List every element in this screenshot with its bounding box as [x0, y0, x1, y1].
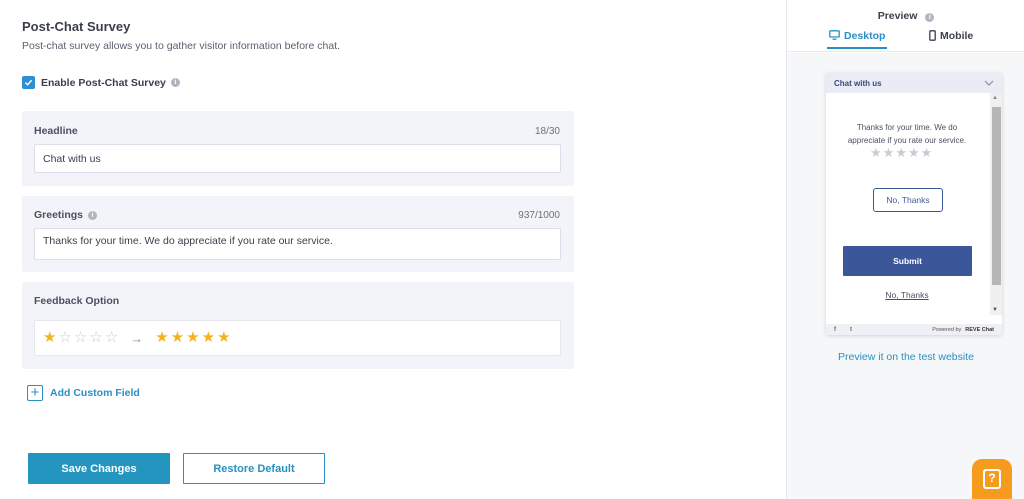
star-icon[interactable]: ★	[895, 146, 907, 159]
widget-header: Chat with us	[826, 73, 1002, 93]
widget-greeting: Thanks for your time. We do appreciate i…	[847, 123, 967, 145]
add-custom-field-button[interactable]: + Add Custom Field	[27, 385, 140, 401]
greetings-counter: 937/1000	[518, 210, 560, 221]
preview-title: Preview	[877, 10, 918, 22]
help-button[interactable]: ?	[972, 459, 1012, 499]
widget-header-title: Chat with us	[834, 78, 882, 88]
tab-desktop-label: Desktop	[844, 30, 886, 42]
widget-rating-stars[interactable]: ★ ★ ★ ★ ★	[870, 146, 933, 159]
desktop-icon	[829, 30, 840, 40]
star-icon: ☆	[73, 329, 88, 346]
widget-submit-button[interactable]: Submit	[843, 246, 972, 276]
facebook-icon[interactable]: f	[834, 327, 842, 333]
mobile-icon	[929, 30, 936, 41]
preview-panel: Preview i Desktop Mobile Chat with us Th…	[786, 0, 1024, 499]
widget-scrollbar[interactable]: ▲ ▼	[990, 93, 1002, 315]
feedback-label: Feedback Option	[34, 295, 120, 307]
scroll-up-icon[interactable]: ▲	[992, 95, 998, 101]
star-icon: ★	[186, 329, 200, 346]
star-icon: ★	[217, 329, 231, 346]
twitter-icon[interactable]: t	[850, 327, 858, 333]
headline-counter: 18/30	[534, 126, 560, 137]
enable-survey-row: Enable Post-Chat Survey i	[22, 76, 180, 89]
preview-tabs: Desktop Mobile	[787, 30, 1024, 52]
star-icon[interactable]: ★	[908, 146, 920, 159]
feedback-panel: Feedback Option ★ ☆ ☆ ☆ ☆ → ★ ★ ★ ★ ★	[22, 282, 574, 369]
enable-survey-checkbox[interactable]	[22, 76, 35, 89]
help-icon: ?	[983, 469, 1001, 489]
star-icon[interactable]: ★	[883, 146, 895, 159]
greetings-panel: Greetings i 937/1000 Thanks for your tim…	[22, 196, 574, 272]
star-icon: ★	[155, 329, 169, 346]
greetings-label: Greetings	[34, 209, 84, 221]
arrow-right-icon: →	[130, 330, 144, 346]
info-icon[interactable]: i	[88, 210, 98, 220]
chevron-down-icon[interactable]	[984, 80, 994, 86]
scroll-down-icon[interactable]: ▼	[992, 307, 998, 313]
enable-survey-label: Enable Post-Chat Survey	[41, 76, 166, 89]
powered-by-label: Powered by	[932, 326, 962, 333]
star-icon: ★	[43, 329, 57, 346]
plus-icon: +	[27, 385, 43, 401]
star-icon[interactable]: ★	[921, 146, 933, 159]
preview-test-website-link[interactable]: Preview it on the test website	[787, 351, 1024, 363]
star-icon: ★	[170, 329, 185, 346]
section-description: Post-chat survey allows you to gather vi…	[22, 40, 341, 52]
tab-mobile-label: Mobile	[940, 30, 974, 42]
widget-no-thanks-button[interactable]: No, Thanks	[873, 188, 943, 212]
restore-default-button[interactable]: Restore Default	[183, 453, 325, 484]
to-rating-stars: ★ ★ ★ ★ ★	[155, 329, 232, 347]
add-custom-field-label: Add Custom Field	[50, 387, 140, 399]
feedback-option-selector[interactable]: ★ ☆ ☆ ☆ ☆ → ★ ★ ★ ★ ★	[34, 320, 561, 356]
info-icon[interactable]: i	[925, 13, 935, 22]
greetings-label-row: Greetings i	[34, 209, 98, 221]
headline-panel: Headline 18/30 Chat with us	[22, 111, 574, 186]
headline-input[interactable]: Chat with us	[34, 144, 561, 173]
star-icon: ☆	[58, 329, 72, 346]
greetings-textarea[interactable]: Thanks for your time. We do appreciate i…	[34, 228, 561, 260]
widget-no-thanks-link[interactable]: No, Thanks	[826, 290, 988, 300]
star-icon[interactable]: ★	[870, 146, 882, 159]
star-icon: ☆	[104, 329, 119, 346]
chat-widget-preview: Chat with us Thanks for your time. We do…	[826, 73, 1002, 335]
section-title: Post-Chat Survey	[22, 19, 131, 34]
scrollbar-thumb[interactable]	[992, 107, 1001, 285]
info-icon[interactable]: i	[170, 78, 180, 87]
headline-label: Headline	[34, 125, 78, 137]
preview-area: Chat with us Thanks for your time. We do…	[787, 53, 1024, 499]
star-icon: ☆	[89, 329, 103, 346]
tab-mobile[interactable]: Mobile	[929, 30, 973, 52]
preview-title-row: Preview i	[787, 10, 1024, 22]
brand-label: REVE Chat	[965, 326, 994, 333]
from-rating-stars: ★ ☆ ☆ ☆ ☆	[43, 329, 120, 347]
check-icon	[24, 79, 33, 86]
settings-panel: Post-Chat Survey Post-chat survey allows…	[0, 0, 786, 499]
widget-body: Thanks for your time. We do appreciate i…	[826, 93, 988, 315]
star-icon: ★	[201, 329, 216, 346]
save-changes-button[interactable]: Save Changes	[28, 453, 170, 484]
widget-footer: f t Powered by REVE Chat	[826, 324, 1002, 335]
tab-desktop[interactable]: Desktop	[827, 30, 888, 49]
